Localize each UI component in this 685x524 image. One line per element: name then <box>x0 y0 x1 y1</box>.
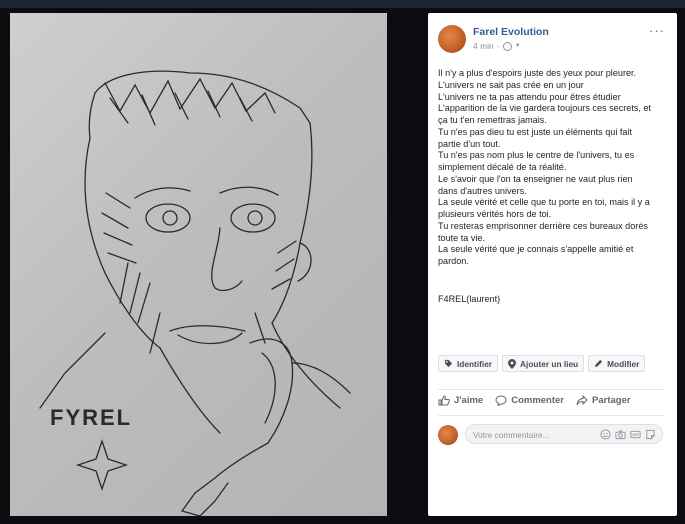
sticker-icon[interactable] <box>645 429 656 440</box>
comment-composer: Votre commentaire... GIF <box>438 423 667 447</box>
globe-icon[interactable] <box>502 41 512 51</box>
like-button[interactable]: J'aime <box>438 395 483 406</box>
more-options-button[interactable]: ··· <box>649 23 665 38</box>
post-line: dans d'autres univers. <box>438 185 527 196</box>
pencil-sketch: FYREL <box>39 70 351 516</box>
post-line: La seule vérité que je connais s'appelle… <box>438 244 634 255</box>
add-location-button[interactable]: Ajouter un lieu <box>502 355 585 372</box>
post-meta: 4 min · ▼ <box>473 41 521 51</box>
post-line: La seule vérité et celle que tu porte en… <box>438 197 650 208</box>
comment-tools: GIF <box>600 429 656 440</box>
post-actions: J'aime Commenter Partager <box>438 395 631 406</box>
tag-button[interactable]: Identifier <box>438 355 499 372</box>
edit-button[interactable]: Modifier <box>588 355 646 372</box>
post-signature: F4REL(laurent) <box>438 294 501 304</box>
edit-button-label: Modifier <box>607 358 640 369</box>
share-icon <box>576 395 588 406</box>
thumbs-up-icon <box>438 395 450 406</box>
location-pin-icon <box>508 358 517 369</box>
post-line: simplement décalé de ta réalité. <box>438 162 567 172</box>
share-label: Partager <box>592 395 631 406</box>
author-avatar[interactable] <box>438 25 466 53</box>
comment-placeholder: Votre commentaire... <box>473 430 550 440</box>
divider <box>438 415 665 416</box>
like-label: J'aime <box>454 395 484 406</box>
add-location-label: Ajouter un lieu <box>520 358 579 369</box>
post-line: partie d'un tout. <box>438 138 501 149</box>
top-strip <box>0 0 685 8</box>
post-body: Il n'y a plus d'espoirs juste des yeux p… <box>438 68 670 268</box>
post-panel: Farel Evolution 4 min · ▼ ··· Il n'y a p… <box>428 13 677 516</box>
post-line: pardon. <box>438 256 469 266</box>
photo-tools: Identifier Ajouter un lieu Modifier <box>438 355 646 372</box>
post-line: L'univers ne sait pas crée en un jour <box>438 79 584 90</box>
emoji-icon[interactable] <box>600 429 611 440</box>
post-line: Tu n'es pas nom plus le centre de l'univ… <box>438 150 635 161</box>
post-line: ça tu t'en remettras jamais. <box>438 115 547 125</box>
post-line: toute ta vie. <box>438 232 486 243</box>
tag-icon <box>444 359 453 368</box>
post-line: Le s'avoir que l'on ta enseigner ne vaut… <box>438 173 633 184</box>
comment-button[interactable]: Commenter <box>495 395 564 406</box>
post-line: plusieurs vérités hors de toi. <box>438 209 552 219</box>
post-line: Il n'y a plus d'espoirs juste des yeux p… <box>438 68 637 78</box>
author-name[interactable]: Farel Evolution <box>473 26 549 38</box>
tag-button-label: Identifier <box>457 358 493 369</box>
post-time[interactable]: 4 min <box>473 41 494 51</box>
post-photo[interactable]: FYREL <box>10 13 387 516</box>
post-line: Tu n'es pas dieu tu est juste un élément… <box>438 126 632 137</box>
gif-icon[interactable]: GIF <box>630 429 641 440</box>
share-button[interactable]: Partager <box>576 395 631 406</box>
post-line: L'apparition de la vie gardera toujours … <box>438 103 652 114</box>
camera-icon[interactable] <box>615 429 626 440</box>
privacy-caret-icon[interactable]: ▼ <box>515 43 521 49</box>
commenter-avatar[interactable] <box>438 425 458 445</box>
comment-input[interactable]: Votre commentaire... GIF <box>465 424 663 444</box>
comment-icon <box>495 395 507 406</box>
drawing-label: FYREL <box>50 405 132 430</box>
post-line: Tu resteras emprisonner derrière ces bur… <box>438 220 648 231</box>
divider <box>438 389 665 390</box>
svg-text:GIF: GIF <box>632 433 639 437</box>
pencil-icon <box>595 359 603 368</box>
post-line: L'univers ne ta pas attendu pour êtres é… <box>438 91 621 102</box>
comment-label: Commenter <box>511 395 564 406</box>
meta-separator: · <box>496 41 500 51</box>
